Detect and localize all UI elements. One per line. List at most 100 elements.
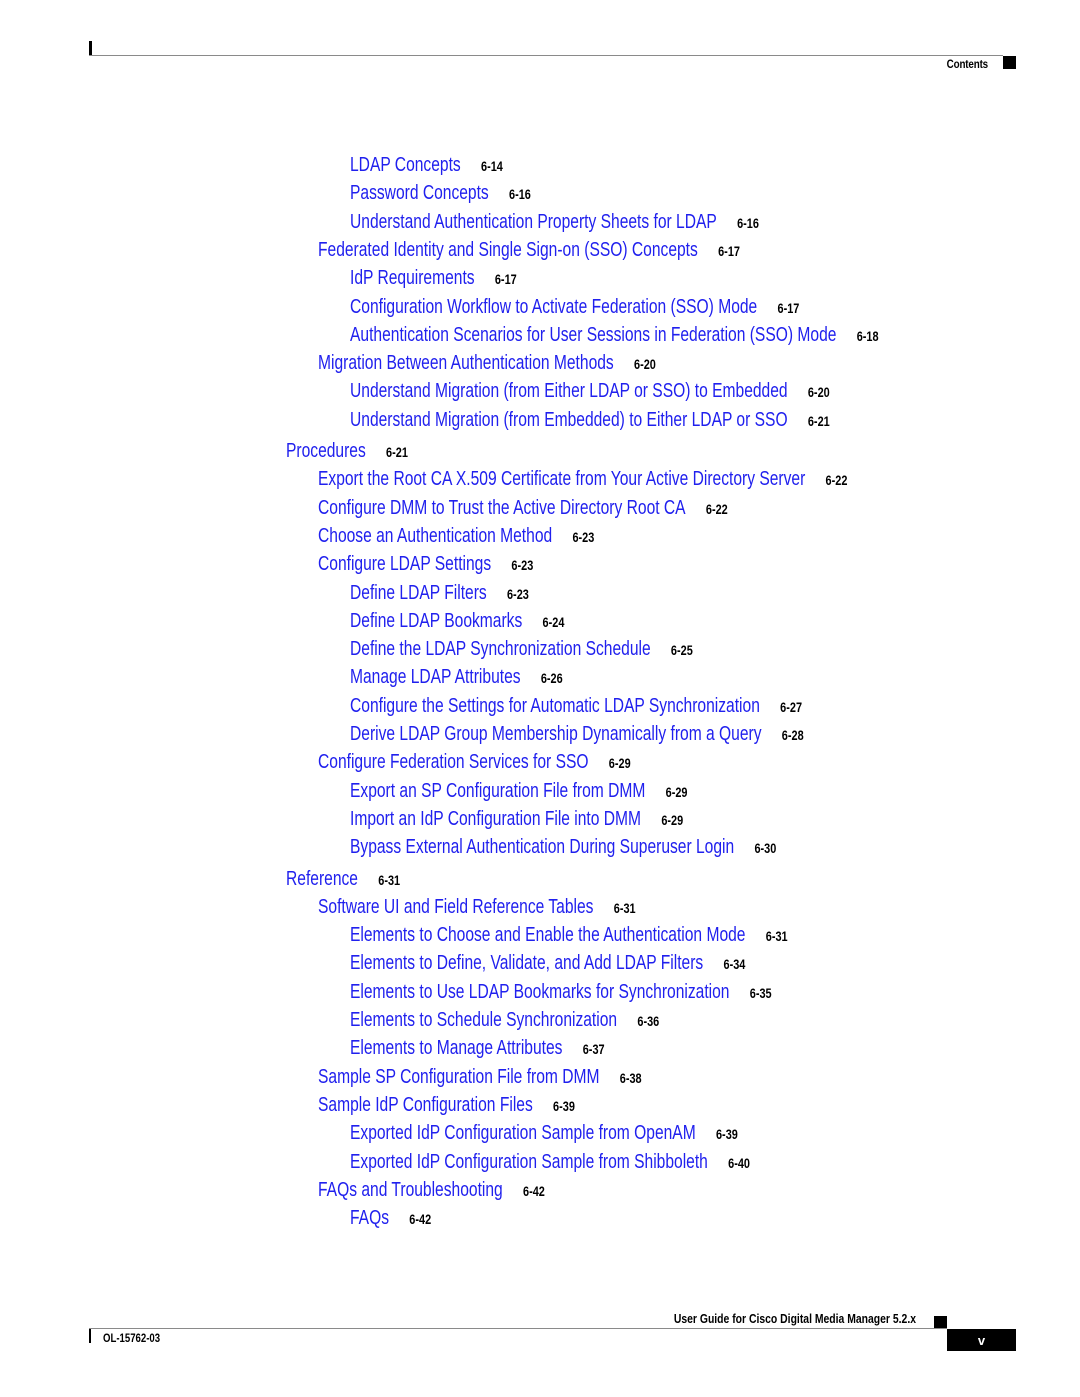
toc-page-number: 6-27 bbox=[780, 698, 803, 715]
toc-entry: Understand Migration (from Either LDAP o… bbox=[350, 379, 830, 403]
toc-link[interactable]: Software UI and Field Reference Tables bbox=[318, 896, 593, 918]
toc-page-number: 6-42 bbox=[409, 1211, 432, 1228]
toc-link[interactable]: Export the Root CA X.509 Certificate fro… bbox=[318, 468, 805, 490]
toc-entry: Bypass External Authentication During Su… bbox=[350, 835, 776, 859]
toc-entry: Sample SP Configuration File from DMM 6-3… bbox=[318, 1065, 642, 1089]
toc-link[interactable]: Import an IdP Configuration File into DM… bbox=[350, 808, 641, 830]
toc-entry: Software UI and Field Reference Tables 6-… bbox=[318, 895, 636, 919]
toc-link[interactable]: IdP Requirements bbox=[350, 267, 475, 289]
toc-entry: LDAP Concepts 6-14 bbox=[350, 153, 503, 177]
toc-entry: Understand Migration (from Embedded) to … bbox=[350, 408, 830, 432]
toc-link[interactable]: FAQs bbox=[350, 1207, 389, 1229]
toc-page-number: 6-39 bbox=[715, 1126, 738, 1143]
toc-page-number: 6-22 bbox=[705, 500, 728, 517]
toc-page-number: 6-23 bbox=[511, 557, 534, 574]
toc-link[interactable]: Derive LDAP Group Membership Dynamically… bbox=[350, 723, 762, 745]
toc-link[interactable]: Authentication Scenarios for User Sessio… bbox=[350, 324, 836, 346]
toc-link[interactable]: Sample SP Configuration File from DMM bbox=[318, 1066, 599, 1088]
toc-link[interactable]: Configure LDAP Settings bbox=[318, 553, 491, 575]
toc-page-number: 6-17 bbox=[777, 299, 800, 316]
toc-entry: Manage LDAP Attributes 6-26 bbox=[350, 665, 563, 689]
toc-entry: Federated Identity and Single Sign-on (S… bbox=[318, 238, 740, 262]
toc-link[interactable]: FAQs and Troubleshooting bbox=[318, 1179, 503, 1201]
toc-link[interactable]: Manage LDAP Attributes bbox=[350, 666, 521, 688]
toc-link[interactable]: Configure DMM to Trust the Active Direct… bbox=[318, 497, 686, 519]
toc-link[interactable]: Define LDAP Bookmarks bbox=[350, 610, 522, 632]
toc-entry: Exported IdP Configuration Sample from S… bbox=[350, 1150, 750, 1174]
toc-link[interactable]: Procedures bbox=[286, 440, 366, 462]
toc-page-number: 6-25 bbox=[670, 642, 693, 659]
toc-entry: Configure the Settings for Automatic LDA… bbox=[350, 694, 802, 718]
toc-entry: Configure DMM to Trust the Active Direct… bbox=[318, 496, 728, 520]
toc-entry: Procedures 6-21 bbox=[286, 439, 408, 463]
toc-link[interactable]: Bypass External Authentication During Su… bbox=[350, 836, 734, 858]
toc-page-number: 6-20 bbox=[807, 384, 830, 401]
toc-entry: Choose an Authentication Method 6-23 bbox=[318, 524, 594, 548]
toc-link[interactable]: Password Concepts bbox=[350, 182, 489, 204]
toc-entry: Sample IdP Configuration Files 6-39 bbox=[318, 1093, 575, 1117]
toc-link[interactable]: Elements to Schedule Synchronization bbox=[350, 1009, 617, 1031]
toc-page-number: 6-21 bbox=[386, 444, 408, 460]
toc-link[interactable]: Exported IdP Configuration Sample from O… bbox=[350, 1122, 696, 1144]
toc-page-number: 6-20 bbox=[633, 356, 656, 373]
toc-page-number: 6-29 bbox=[608, 755, 631, 772]
toc-link[interactable]: Configure the Settings for Automatic LDA… bbox=[350, 695, 760, 717]
toc-page-number: 6-23 bbox=[572, 528, 595, 545]
toc-page-number: 6-42 bbox=[523, 1182, 545, 1199]
toc-page-number: 6-26 bbox=[540, 670, 563, 687]
toc-page-number: 6-38 bbox=[619, 1069, 642, 1086]
footer-guide-title: User Guide for Cisco Digital Media Manag… bbox=[673, 1311, 916, 1326]
toc-page-number: 6-35 bbox=[749, 984, 772, 1001]
footer-margin-bar bbox=[89, 1329, 91, 1343]
toc-link[interactable]: Elements to Define, Validate, and Add LD… bbox=[350, 952, 703, 974]
toc-entry: Migration Between Authentication Methods… bbox=[318, 351, 656, 375]
toc-link[interactable]: Define LDAP Filters bbox=[350, 582, 487, 604]
toc-link[interactable]: Reference bbox=[286, 868, 358, 890]
toc-entry: Elements to Choose and Enable the Authen… bbox=[350, 923, 788, 947]
toc-link[interactable]: Elements to Use LDAP Bookmarks for Synch… bbox=[350, 981, 729, 1003]
toc-page-number: 6-29 bbox=[661, 811, 684, 828]
toc-page-number: 6-30 bbox=[754, 840, 777, 857]
running-header-title: Contents bbox=[946, 57, 988, 71]
toc-link[interactable]: Define the LDAP Synchronization Schedule bbox=[350, 638, 651, 660]
toc-page-number: 6-22 bbox=[825, 472, 848, 489]
toc-link[interactable]: Choose an Authentication Method bbox=[318, 525, 552, 547]
toc-link[interactable]: Exported IdP Configuration Sample from S… bbox=[350, 1151, 708, 1173]
toc-page-number: 6-21 bbox=[807, 412, 830, 429]
toc-link[interactable]: LDAP Concepts bbox=[350, 154, 461, 176]
toc-page-number: 6-17 bbox=[718, 242, 740, 259]
toc-link[interactable]: Migration Between Authentication Methods bbox=[318, 352, 614, 374]
toc-page-number: 6-37 bbox=[582, 1041, 605, 1058]
toc-page-number: 6-36 bbox=[637, 1013, 660, 1029]
toc-page-number: 6-29 bbox=[665, 783, 688, 800]
toc-page-number: 6-24 bbox=[542, 613, 565, 630]
footer-page-number: v bbox=[947, 1329, 1016, 1351]
toc-entry: Elements to Manage Attributes 6-37 bbox=[350, 1036, 605, 1060]
toc-entry: Configure LDAP Settings 6-23 bbox=[318, 552, 533, 576]
toc-entry: Configure Federation Services for SSO 6-2… bbox=[318, 750, 631, 774]
toc-link[interactable]: Federated Identity and Single Sign-on (S… bbox=[318, 239, 698, 261]
toc-entry: Password Concepts 6-16 bbox=[350, 181, 531, 205]
toc-link[interactable]: Understand Authentication Property Sheet… bbox=[350, 211, 717, 233]
toc-page-number: 6-23 bbox=[506, 585, 529, 602]
footer-rule bbox=[89, 1328, 947, 1329]
toc-page-number: 6-34 bbox=[723, 956, 746, 973]
toc-entry: Reference 6-31 bbox=[286, 867, 400, 891]
toc-entry: IdP Requirements 6-17 bbox=[350, 266, 517, 290]
header-margin-bar bbox=[89, 41, 92, 56]
toc-link[interactable]: Understand Migration (from Embedded) to … bbox=[350, 409, 788, 431]
toc-page-number: 6-28 bbox=[781, 727, 804, 743]
toc-entry: FAQs and Troubleshooting 6-42 bbox=[318, 1178, 545, 1202]
toc-link[interactable]: Understand Migration (from Either LDAP o… bbox=[350, 380, 788, 402]
footer-doc-id: OL-15762-03 bbox=[103, 1331, 161, 1345]
toc-entry: Define LDAP Filters 6-23 bbox=[350, 581, 529, 605]
toc-link[interactable]: Configuration Workflow to Activate Feder… bbox=[350, 296, 757, 318]
toc-entry: Derive LDAP Group Membership Dynamically… bbox=[350, 722, 804, 746]
toc-page-number: 6-18 bbox=[856, 327, 879, 344]
toc-link[interactable]: Sample IdP Configuration Files bbox=[318, 1094, 533, 1116]
toc-link[interactable]: Elements to Manage Attributes bbox=[350, 1037, 562, 1059]
toc-link[interactable]: Configure Federation Services for SSO bbox=[318, 751, 589, 773]
toc-entry: Export an SP Configuration File from DMM… bbox=[350, 779, 688, 803]
toc-link[interactable]: Export an SP Configuration File from DMM bbox=[350, 780, 645, 802]
toc-link[interactable]: Elements to Choose and Enable the Authen… bbox=[350, 924, 745, 946]
